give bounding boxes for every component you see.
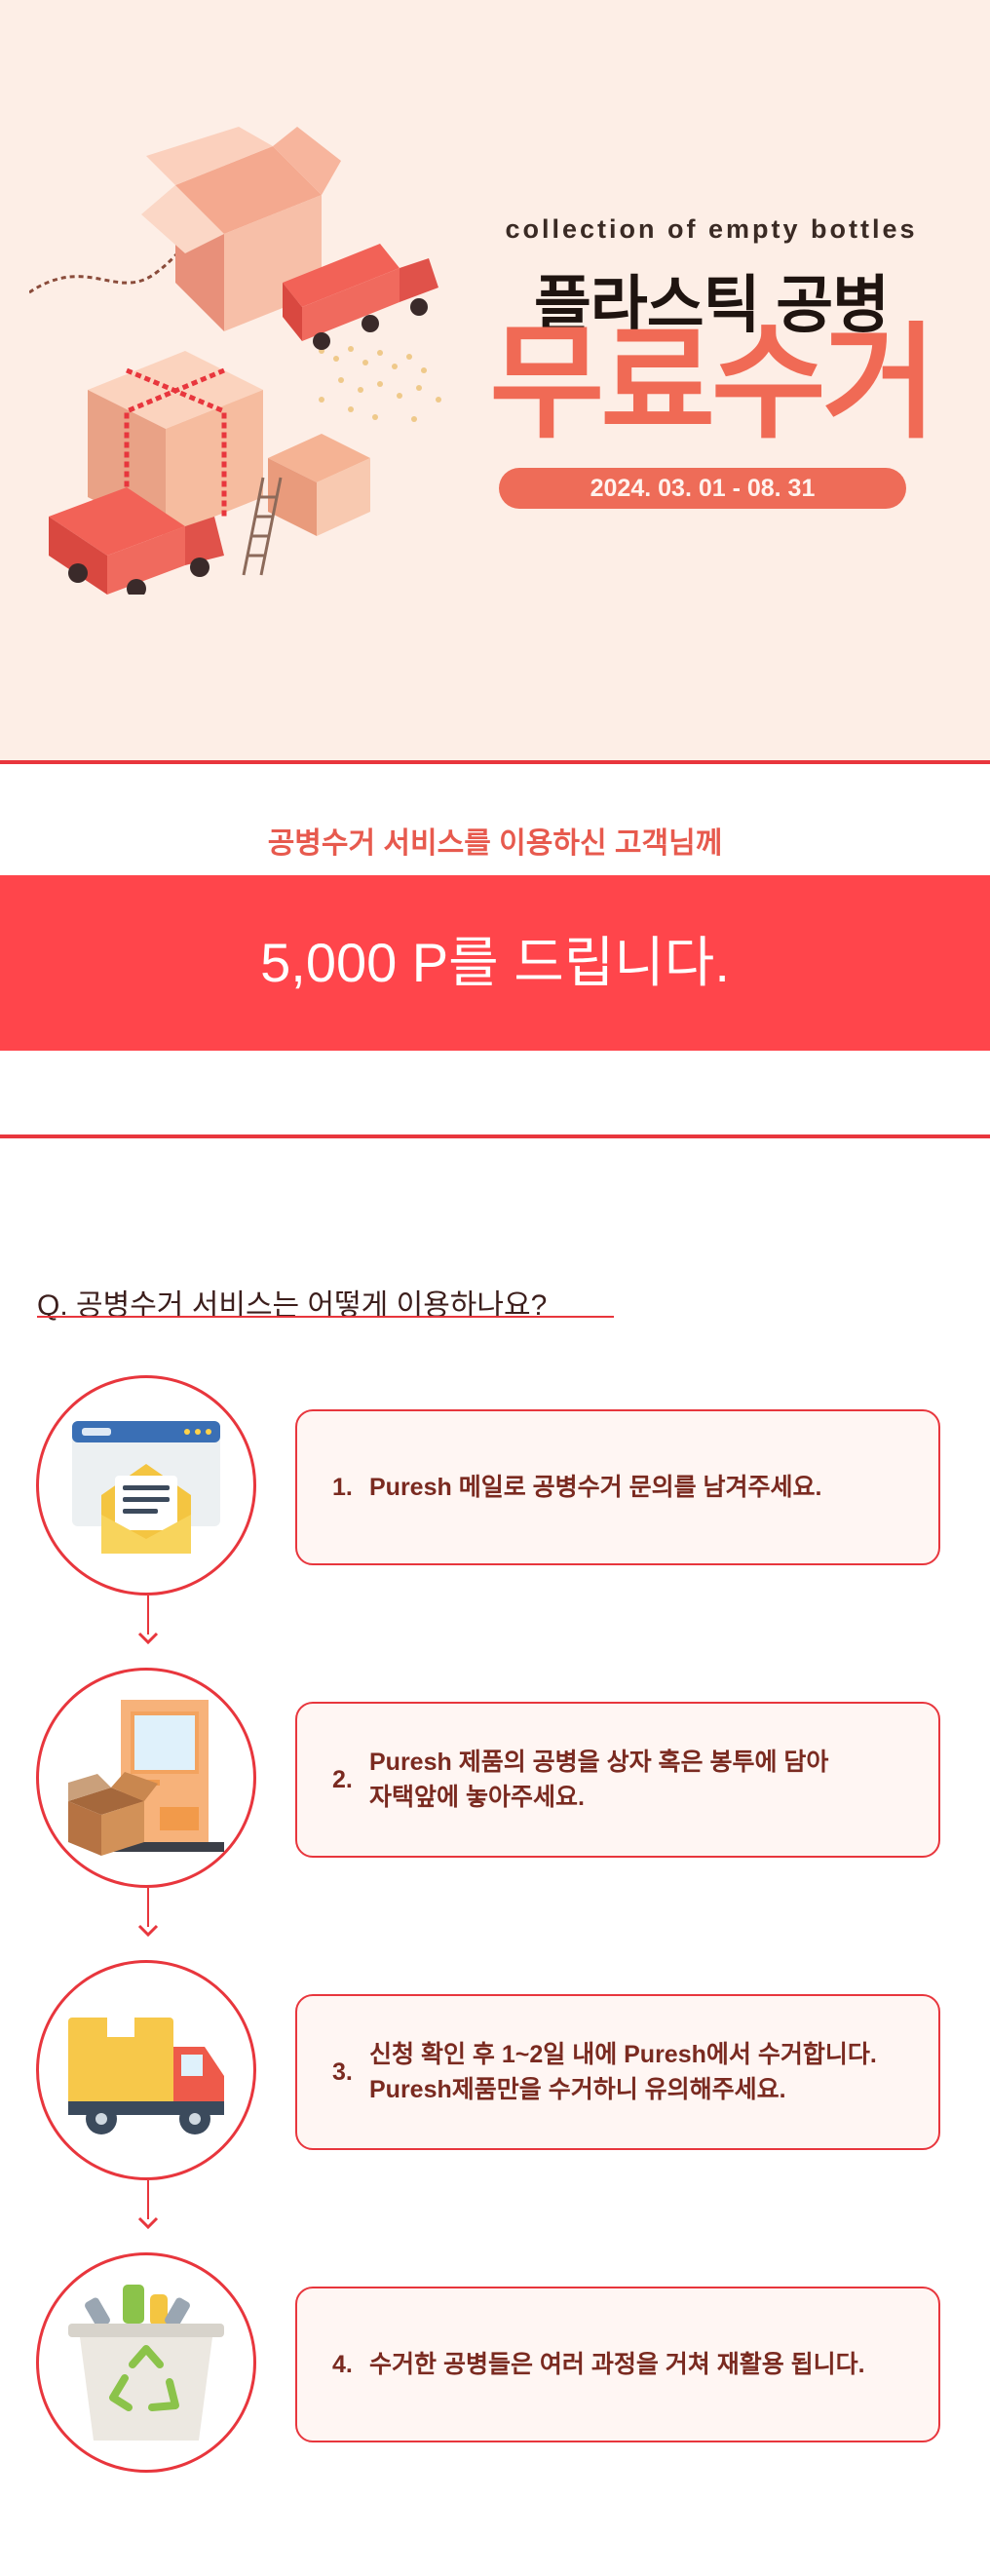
section-divider [0, 1134, 990, 1138]
step-text: 자택앞에 놓아주세요. [369, 1784, 585, 1811]
step-2-box: 2. Puresh 제품의 공병을 상자 혹은 봉투에 담아 자택앞에 놓아주세… [295, 1702, 940, 1858]
boxes-trucks-illustration [29, 127, 441, 595]
step-2-circle [36, 1668, 256, 1888]
door-box-icon [68, 1700, 224, 1856]
step-text: 수거한 공병들은 여러 과정을 거쳐 재활용 됩니다. [369, 2350, 865, 2378]
points-banner: 5,000 P를 드립니다. [0, 875, 990, 1051]
step-number: 3. [332, 2057, 353, 2086]
date-range-badge: 2024. 03. 01 - 08. 31 [499, 468, 906, 509]
step-4-circle [36, 2252, 256, 2473]
hero-title-big: 무료수거 [489, 314, 936, 453]
step-4-box: 4. 수거한 공병들은 여러 과정을 거쳐 재활용 됩니다. [295, 2287, 940, 2442]
step-1-circle [36, 1375, 256, 1596]
step-connector [147, 1888, 149, 1927]
step-connector [147, 1596, 149, 1634]
points-text: 5,000 P를 드립니다. [260, 932, 730, 993]
step-1-box: 1. Puresh 메일로 공병수거 문의를 남겨주세요. [295, 1409, 940, 1565]
section-divider [0, 760, 990, 764]
step-number: 4. [332, 2350, 353, 2378]
delivery-truck-icon [68, 2018, 224, 2134]
step-text: Puresh 제품의 공병을 상자 혹은 봉투에 담아 [369, 1748, 829, 1776]
chevron-down-icon [137, 1632, 159, 1645]
step-3-circle [36, 1960, 256, 2180]
mail-envelope-icon [72, 1421, 220, 1554]
step-text: 신청 확인 후 1~2일 내에 Puresh에서 수거합니다. [369, 2040, 877, 2068]
promo-subheading: 공병수거 서비스를 이용하신 고객님께 [267, 827, 723, 860]
qa-underline [37, 1316, 614, 1318]
chevron-down-icon [137, 2216, 159, 2230]
step-text: Puresh제품만을 수거하니 유의해주세요. [369, 2076, 786, 2103]
hero-subtitle-en: collection of empty bottles [505, 214, 918, 244]
hero-banner: collection of empty bottles 플라스틱 공병 무료수거… [0, 0, 990, 760]
step-number: 1. [332, 1473, 353, 1501]
chevron-down-icon [137, 1924, 159, 1938]
step-connector [147, 2180, 149, 2219]
step-3-box: 3. 신청 확인 후 1~2일 내에 Puresh에서 수거합니다. Pures… [295, 1994, 940, 2150]
recycle-bin-icon [68, 2285, 224, 2441]
step-text: Puresh 메일로 공병수거 문의를 남겨주세요. [369, 1473, 822, 1501]
step-number: 2. [332, 1765, 353, 1793]
